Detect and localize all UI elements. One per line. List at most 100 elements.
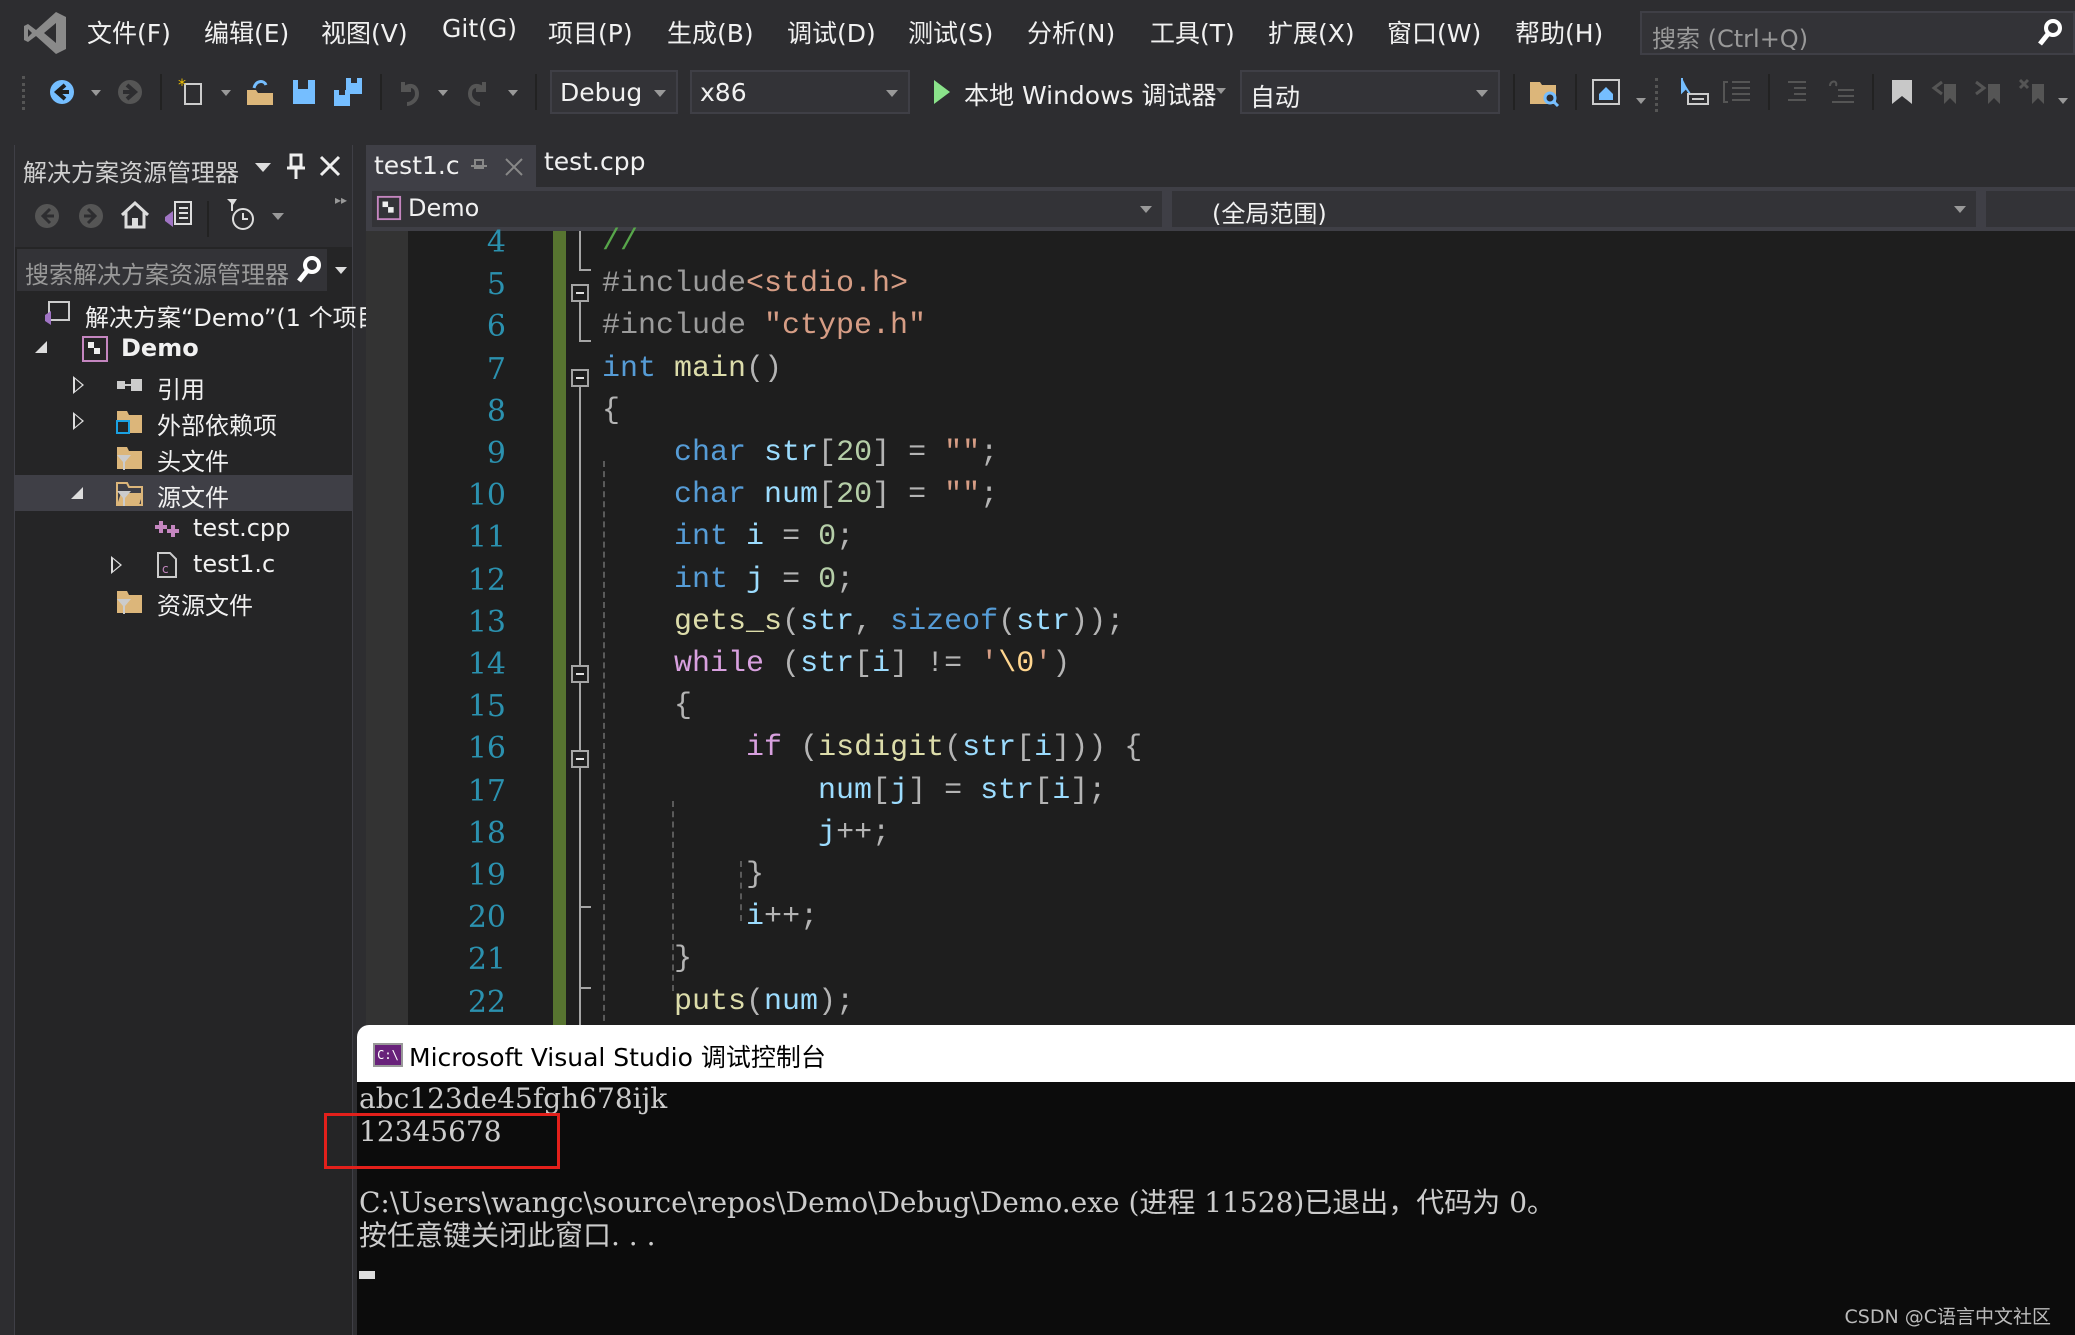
tree-item-external-dependencies[interactable]: 外部依赖项 [15, 403, 352, 440]
menu-git[interactable]: Git(G) [442, 14, 517, 43]
back-dropdown-icon[interactable] [91, 90, 101, 96]
code-line[interactable]: char num[20] = ""; [602, 478, 998, 512]
configuration-dropdown[interactable]: Debug [550, 70, 678, 114]
platform-dropdown[interactable]: x86 [690, 70, 910, 114]
menu-help[interactable]: 帮助(H) [1515, 14, 1603, 50]
outdent-icon[interactable] [1782, 76, 1814, 108]
menu-extensions[interactable]: 扩展(X) [1268, 14, 1355, 50]
code-editor[interactable]: 4 // 5 #include<stdio.h> 6 #include "ctype.h"… [366, 225, 2075, 1031]
console-output[interactable]: abc123de45fgh678ijk 12345678 C:\Users\wa… [357, 1082, 2075, 1335]
toolbar-grip[interactable] [1655, 78, 1662, 112]
code-line[interactable]: int main() [602, 352, 782, 386]
code-line[interactable]: { [602, 394, 620, 428]
run-mode-dropdown[interactable]: 自动 [1240, 70, 1500, 114]
menu-analyze[interactable]: 分析(N) [1027, 14, 1115, 50]
search-options-dropdown-icon[interactable] [335, 267, 347, 274]
navigate-forward-icon[interactable] [114, 76, 146, 108]
home-icon[interactable] [119, 199, 151, 231]
collapse-region-icon[interactable] [571, 665, 589, 683]
collapse-region-icon[interactable] [571, 369, 589, 387]
back-icon[interactable] [32, 201, 62, 231]
forward-icon[interactable] [76, 201, 106, 231]
find-in-files-icon[interactable] [1528, 76, 1560, 108]
tab-test1-c[interactable]: test1.c [366, 145, 536, 187]
pin-tab-icon[interactable] [470, 157, 488, 175]
pending-changes-filter-icon[interactable] [225, 197, 259, 233]
solution-search-input[interactable]: 搜索解决方案资源管理器 [17, 249, 347, 291]
collapse-region-icon[interactable] [571, 284, 589, 302]
code-line[interactable]: int j = 0; [602, 563, 854, 597]
undo-dropdown-icon[interactable] [438, 90, 448, 96]
navigate-back-icon[interactable] [46, 76, 78, 108]
code-line[interactable]: #include<stdio.h> [602, 267, 908, 301]
close-icon[interactable] [319, 155, 341, 177]
next-bookmark-icon[interactable] [1974, 76, 2006, 108]
comment-icon[interactable] [1722, 76, 1754, 108]
menu-file[interactable]: 文件(F) [87, 14, 171, 50]
code-line[interactable]: char str[20] = ""; [602, 436, 998, 470]
menu-tools[interactable]: 工具(T) [1150, 14, 1235, 50]
start-page-icon[interactable] [1590, 76, 1622, 108]
tree-item-source-files[interactable]: 源文件 [15, 475, 352, 512]
save-all-icon[interactable] [332, 76, 364, 108]
tree-item-project-demo[interactable]: Demo [15, 331, 352, 367]
close-tab-icon[interactable] [504, 157, 524, 177]
code-line[interactable]: { [602, 689, 692, 723]
menu-window[interactable]: 窗口(W) [1387, 14, 1481, 50]
overflow-dropdown-icon[interactable] [1636, 98, 1646, 104]
tree-item-test-cpp[interactable]: test.cpp [15, 511, 352, 547]
collapsed-arrow-icon[interactable] [73, 412, 84, 430]
clear-bookmarks-icon[interactable] [2018, 76, 2050, 108]
tree-item-resource-files[interactable]: 资源文件 [15, 583, 352, 620]
console-title-bar[interactable]: C:\ Microsoft Visual Studio 调试控制台 [357, 1025, 2075, 1082]
run-dropdown-icon[interactable] [1216, 88, 1226, 94]
code-line[interactable]: } [602, 942, 692, 976]
save-icon[interactable] [288, 76, 320, 108]
tree-item-solution[interactable]: 解决方案“Demo”(1 个项目 [15, 295, 381, 332]
menu-view[interactable]: 视图(V) [321, 14, 408, 50]
filter-dropdown-icon[interactable] [272, 213, 284, 220]
new-project-icon[interactable]: * [176, 76, 208, 108]
menu-debug[interactable]: 调试(D) [787, 14, 876, 50]
open-file-icon[interactable] [244, 76, 276, 108]
code-line[interactable]: i++; [602, 900, 818, 934]
tab-test-cpp[interactable]: test.cpp [536, 145, 656, 187]
expanded-arrow-icon[interactable] [71, 487, 83, 499]
switch-views-icon[interactable] [163, 199, 195, 231]
code-line[interactable]: int i = 0; [602, 520, 854, 554]
previous-bookmark-icon[interactable] [1930, 76, 1962, 108]
menu-project[interactable]: 项目(P) [548, 14, 633, 50]
member-dropdown[interactable] [1986, 191, 2075, 227]
bookmark-icon[interactable] [1886, 76, 1918, 108]
toolbar-grip[interactable] [22, 76, 29, 110]
menu-test[interactable]: 测试(S) [908, 14, 993, 50]
code-line[interactable]: puts(num); [602, 985, 854, 1019]
code-line[interactable]: #include "ctype.h" [602, 309, 926, 343]
redo-icon[interactable] [462, 76, 494, 108]
code-line[interactable]: if (isdigit(str[i])) { [602, 731, 1142, 765]
new-dropdown-icon[interactable] [221, 90, 231, 96]
indent-icon[interactable] [1826, 76, 1858, 108]
menu-build[interactable]: 生成(B) [667, 14, 754, 50]
tree-item-references[interactable]: 引用 [15, 367, 352, 404]
collapsed-arrow-icon[interactable] [73, 376, 84, 394]
debug-console-window[interactable]: C:\ Microsoft Visual Studio 调试控制台 abc123… [357, 1025, 2075, 1335]
step-into-icon[interactable] [1678, 76, 1710, 108]
redo-dropdown-icon[interactable] [508, 90, 518, 96]
collapse-region-icon[interactable] [571, 750, 589, 768]
start-debugging-button[interactable]: 本地 Windows 调试器 [928, 70, 1234, 114]
menu-edit[interactable]: 编辑(E) [204, 14, 289, 50]
project-dropdown[interactable]: Demo [372, 191, 1162, 227]
collapsed-arrow-icon[interactable] [111, 556, 122, 574]
code-line[interactable]: num[j] = str[i]; [602, 774, 1106, 808]
code-line[interactable]: while (str[i] != '\0') [602, 647, 1070, 681]
expanded-arrow-icon[interactable] [35, 341, 47, 353]
code-line[interactable]: j++; [602, 816, 890, 850]
tree-item-header-files[interactable]: 头文件 [15, 439, 352, 476]
window-position-dropdown-icon[interactable] [255, 163, 271, 172]
tree-item-test1-c[interactable]: c test1.c [15, 547, 352, 583]
pin-icon[interactable] [285, 153, 307, 181]
search-input[interactable]: 搜索 (Ctrl+Q) [1640, 11, 2075, 55]
code-line[interactable]: gets_s(str, sizeof(str)); [602, 605, 1124, 639]
code-line[interactable]: // [602, 225, 638, 259]
